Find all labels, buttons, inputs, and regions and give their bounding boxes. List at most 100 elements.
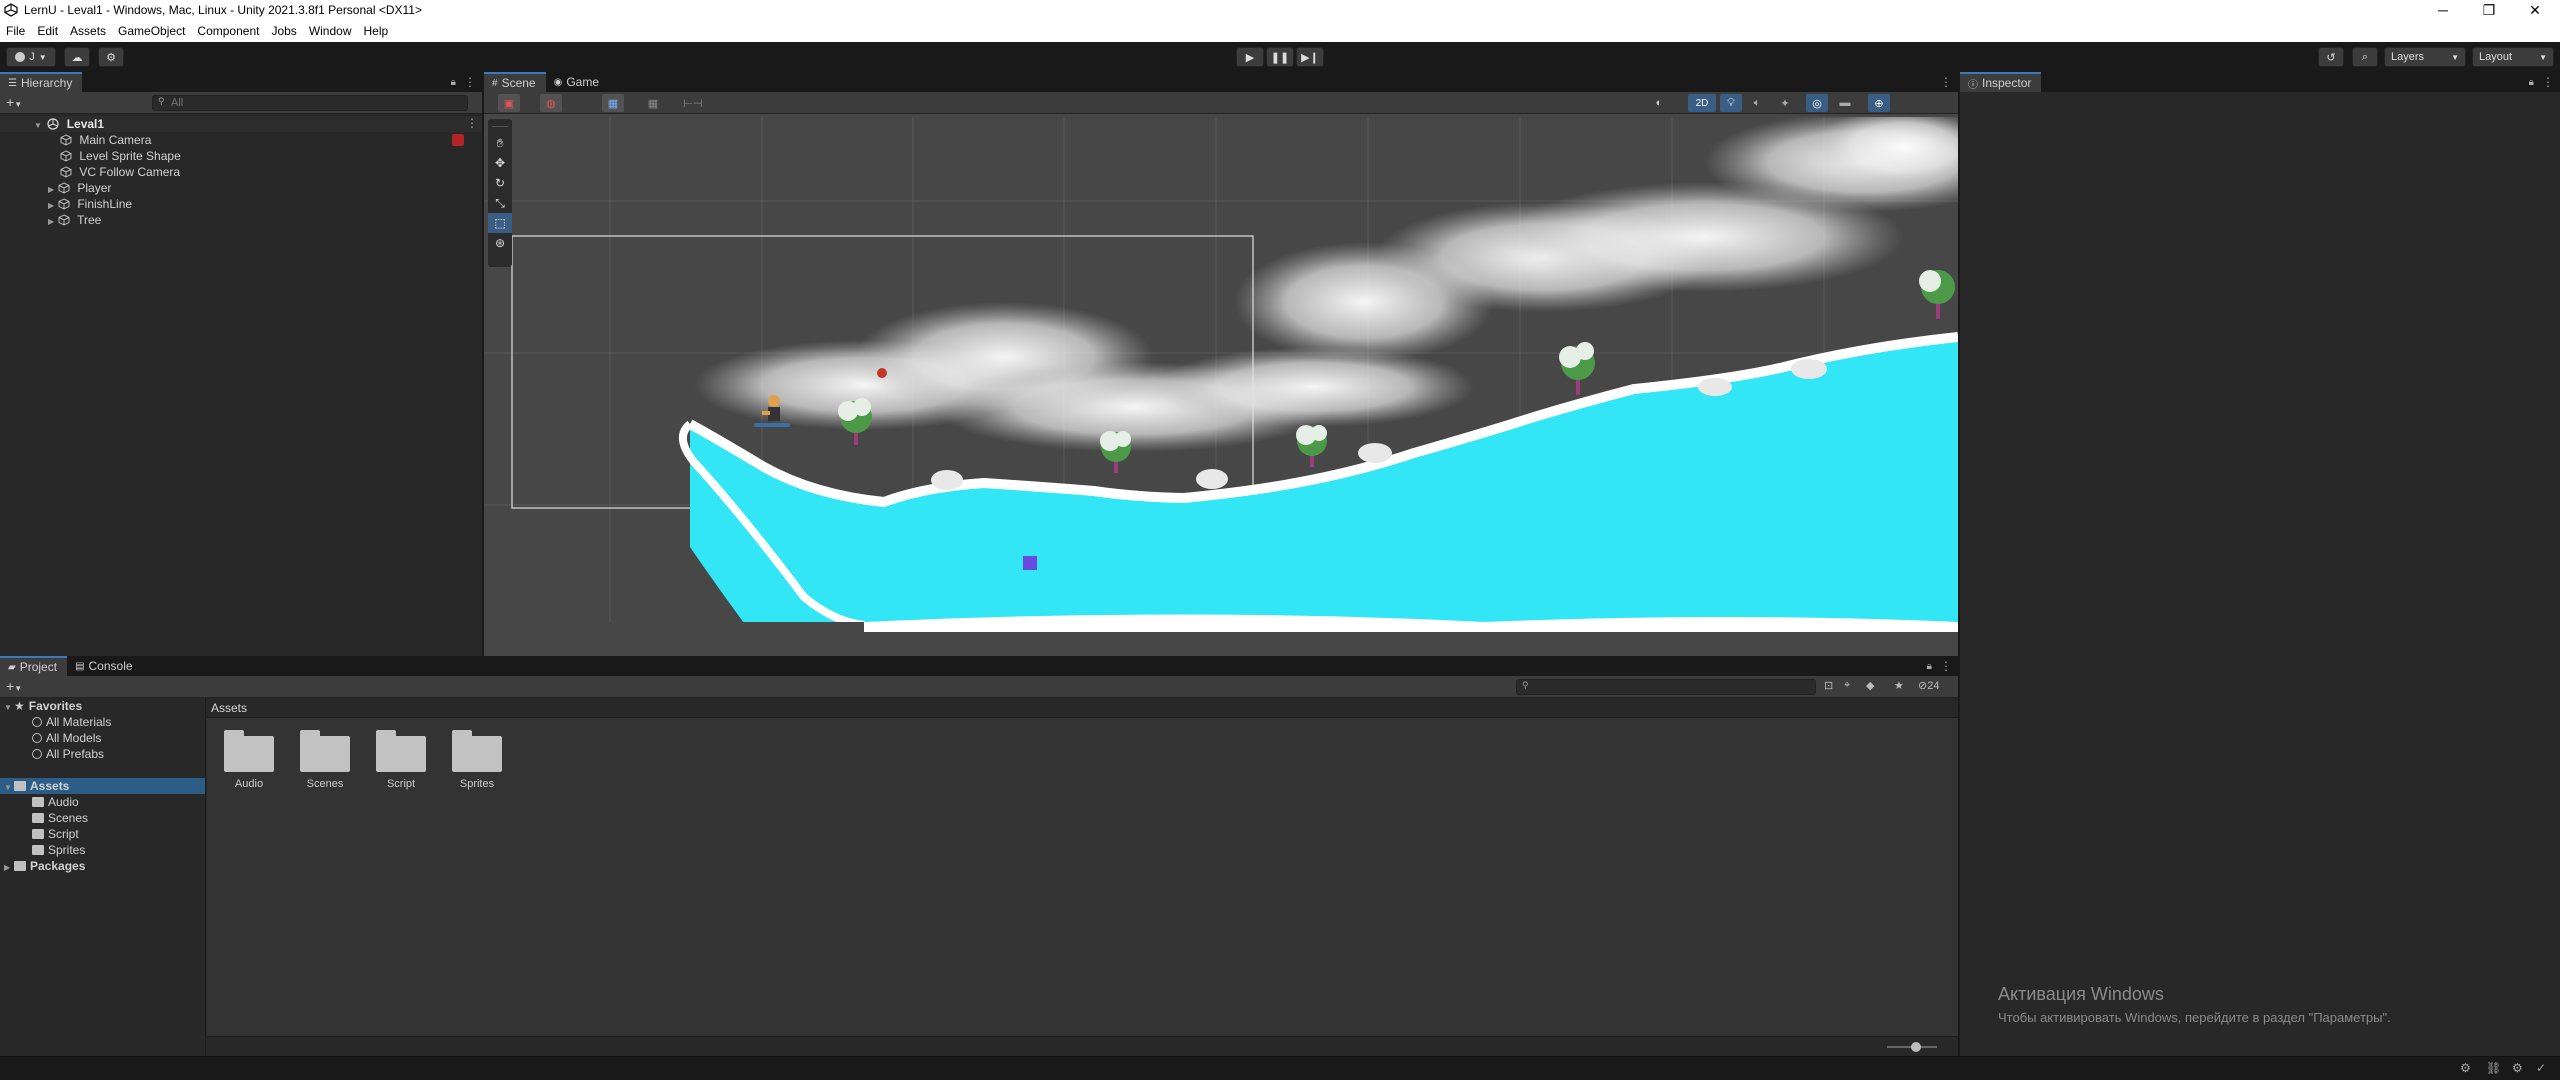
info-icon: ⓘ bbox=[1968, 79, 1978, 91]
tab-game[interactable]: ◉ Game bbox=[546, 72, 609, 92]
lighting-toggle[interactable]: 💡︎ bbox=[1720, 94, 1742, 112]
favorite-item-all-materials[interactable]: All Materials bbox=[0, 714, 205, 730]
search-button[interactable]: ⌕ bbox=[2352, 47, 2378, 67]
effects-dropdown[interactable]: ✦ bbox=[1774, 94, 1796, 112]
assets-item-sprites[interactable]: Sprites bbox=[0, 842, 205, 858]
menu-component[interactable]: Component bbox=[197, 24, 259, 38]
hidden-objects-toggle[interactable]: ◎ bbox=[1806, 94, 1828, 112]
camera-dropdown[interactable]: ▬ bbox=[1834, 94, 1856, 112]
favorite-item-all-models[interactable]: All Models bbox=[0, 730, 205, 746]
expand-icon[interactable]: ▼ bbox=[4, 700, 14, 716]
rect-tool-icon[interactable]: ⬚ bbox=[488, 213, 512, 233]
menu-gameobject[interactable]: GameObject bbox=[118, 24, 185, 38]
more-icon[interactable]: ⋮ bbox=[2542, 75, 2554, 89]
expand-icon[interactable]: ▼ bbox=[34, 118, 44, 134]
expand-icon[interactable]: ▶ bbox=[48, 214, 58, 230]
hierarchy-item-main-camera[interactable]: Main Camera bbox=[0, 132, 482, 148]
snap-increment-dropdown[interactable]: ▦ bbox=[642, 94, 664, 112]
search-by-label-icon[interactable]: ⌖ bbox=[1844, 679, 1850, 692]
close-button[interactable]: ✕ bbox=[2512, 0, 2558, 20]
layout-dropdown[interactable]: Layout ▼ bbox=[2472, 47, 2554, 67]
assets-item-script[interactable]: Script bbox=[0, 826, 205, 842]
menu-file[interactable]: File bbox=[6, 24, 25, 38]
lock-icon[interactable]: 🔒︎ bbox=[1927, 661, 1932, 672]
check-icon[interactable]: ✓ bbox=[2536, 1061, 2546, 1075]
packages-row[interactable]: ▶ Packages bbox=[0, 858, 205, 874]
assets-item-scenes[interactable]: Scenes bbox=[0, 810, 205, 826]
2d-toggle[interactable]: 2D bbox=[1688, 94, 1716, 112]
transform-tool-icon[interactable]: ⊛ bbox=[488, 233, 512, 253]
ruler-dropdown[interactable]: ⊢⊣ bbox=[682, 94, 704, 112]
hand-tool-icon[interactable]: ✋︎ bbox=[488, 133, 512, 153]
menu-window[interactable]: Window bbox=[309, 24, 352, 38]
restore-button[interactable]: ❐ bbox=[2466, 0, 2512, 20]
more-icon[interactable]: ⋮ bbox=[1940, 659, 1952, 673]
hierarchy-item-player[interactable]: ▶ Player bbox=[0, 180, 482, 196]
slider-thumb[interactable] bbox=[1911, 1042, 1921, 1052]
gizmos-dropdown[interactable]: ⊕ bbox=[1868, 94, 1890, 112]
assets-row[interactable]: ▼ Assets bbox=[0, 778, 205, 794]
project-search-input[interactable] bbox=[1516, 679, 1816, 695]
menu-help[interactable]: Help bbox=[364, 24, 389, 38]
menu-jobs[interactable]: Jobs bbox=[271, 24, 296, 38]
add-button[interactable]: +▼ bbox=[6, 678, 22, 694]
collab-button[interactable]: ⚙ bbox=[98, 47, 124, 67]
more-icon[interactable]: ⋮ bbox=[464, 75, 476, 89]
shading-dropdown[interactable]: ◍ bbox=[540, 94, 562, 112]
minimize-button[interactable]: ─ bbox=[2420, 0, 2466, 20]
layers-dropdown[interactable]: Layers ▼ bbox=[2384, 47, 2466, 67]
account-dropdown[interactable]: J ▼ bbox=[6, 47, 56, 67]
more-icon[interactable]: ⋮ bbox=[466, 116, 478, 130]
tab-project[interactable]: ▰ Project bbox=[0, 656, 68, 676]
folder-script[interactable]: Script bbox=[361, 724, 441, 790]
assets-item-audio[interactable]: Audio bbox=[0, 794, 205, 810]
debug-icon[interactable]: ⚙ bbox=[2460, 1061, 2471, 1075]
hierarchy-item-level-sprite-shape[interactable]: Level Sprite Shape bbox=[0, 148, 482, 164]
move-tool-icon[interactable]: ✥ bbox=[488, 153, 512, 173]
settings-icon[interactable]: ⚙ bbox=[2512, 1061, 2523, 1075]
folder-scenes[interactable]: Scenes bbox=[285, 724, 365, 790]
pause-button[interactable]: ❚❚ bbox=[1266, 47, 1294, 67]
scene-row[interactable]: ▼ Leval1 bbox=[0, 116, 482, 132]
history-button[interactable]: ↺ bbox=[2318, 47, 2344, 67]
expand-icon[interactable]: ▶ bbox=[4, 860, 14, 876]
tab-inspector[interactable]: ⓘ Inspector bbox=[1960, 72, 2042, 92]
step-button[interactable]: ▶❙ bbox=[1296, 47, 1324, 67]
tab-hierarchy[interactable]: ☰ Hierarchy bbox=[0, 72, 83, 92]
hierarchy-search-input[interactable]: All bbox=[152, 95, 468, 111]
draw-mode-dropdown[interactable]: ▣ bbox=[498, 94, 520, 112]
favorite-item-all-prefabs[interactable]: All Prefabs bbox=[0, 746, 205, 762]
search-by-type-icon[interactable]: ⊡ bbox=[1824, 679, 1833, 692]
sphere-icon: ◍ bbox=[546, 97, 556, 110]
cloud-button[interactable]: ☁ bbox=[64, 47, 90, 67]
add-button[interactable]: +▼ bbox=[6, 94, 22, 110]
scene-canvas[interactable]: ✋︎ ✥ ↻ ⤡ ⬚ ⊛ bbox=[484, 117, 1958, 656]
audio-toggle[interactable]: 🔈︎ bbox=[1746, 94, 1768, 112]
scene-viewport bbox=[484, 117, 1958, 656]
tag-icon[interactable]: ◆ bbox=[1866, 679, 1874, 692]
palette-handle[interactable] bbox=[492, 121, 508, 127]
hidden-packages-toggle[interactable]: ⊘24 bbox=[1918, 679, 1939, 692]
network-icon[interactable]: ⛓ bbox=[2486, 1061, 2501, 1075]
lock-icon[interactable]: 🔒︎ bbox=[451, 77, 456, 88]
scale-tool-icon[interactable]: ⤡ bbox=[488, 193, 512, 213]
folder-sprites[interactable]: Sprites bbox=[437, 724, 517, 790]
expand-icon[interactable]: ▼ bbox=[4, 780, 14, 796]
star-icon[interactable]: ★ bbox=[1894, 679, 1904, 692]
hierarchy-item-vc-follow-camera[interactable]: VC Follow Camera bbox=[0, 164, 482, 180]
camera-sphere-dropdown[interactable]: ◐ bbox=[1648, 94, 1670, 112]
rotate-tool-icon[interactable]: ↻ bbox=[488, 173, 512, 193]
hierarchy-item-tree[interactable]: ▶ Tree bbox=[0, 212, 482, 228]
folder-audio[interactable]: Audio bbox=[209, 724, 289, 790]
lock-icon[interactable]: 🔒︎ bbox=[2529, 77, 2534, 88]
favorites-row[interactable]: ▼ ★ Favorites bbox=[0, 698, 205, 714]
grid-snap-dropdown[interactable]: ▦ bbox=[602, 94, 624, 112]
menu-assets[interactable]: Assets bbox=[70, 24, 106, 38]
tab-console[interactable]: ▤ Console bbox=[67, 656, 142, 676]
tab-scene[interactable]: # Scene bbox=[484, 72, 546, 92]
menu-edit[interactable]: Edit bbox=[37, 24, 58, 38]
hierarchy-item-finishline[interactable]: ▶ FinishLine bbox=[0, 196, 482, 212]
play-button[interactable]: ▶ bbox=[1236, 47, 1264, 67]
more-icon[interactable]: ⋮ bbox=[1940, 75, 1952, 89]
breadcrumb[interactable]: Assets bbox=[207, 698, 1958, 718]
